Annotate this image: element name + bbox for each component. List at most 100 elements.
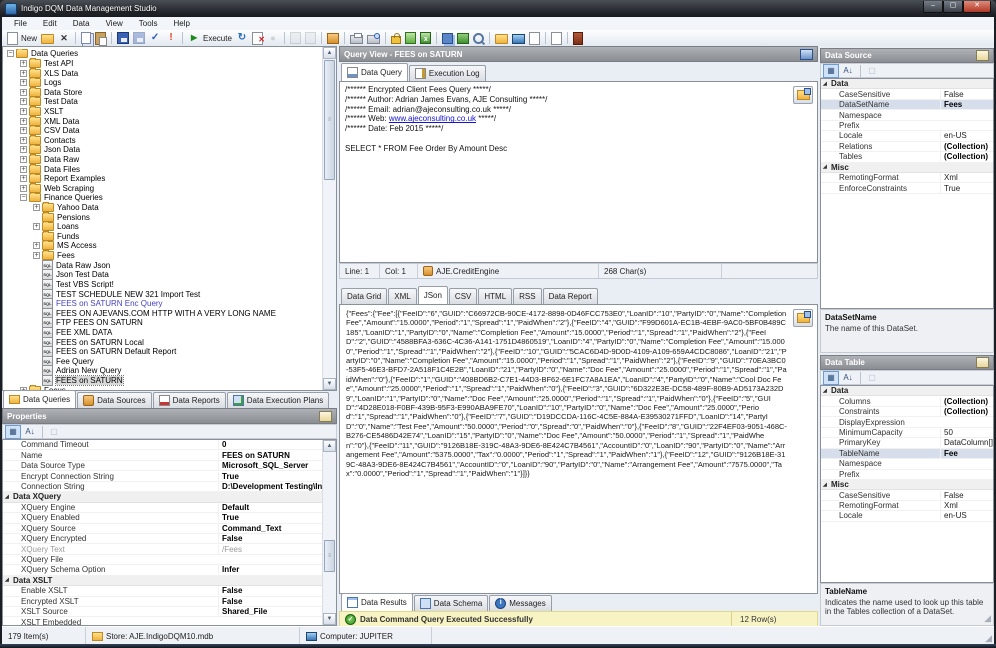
report-button[interactable] (549, 31, 564, 45)
json-results-view[interactable]: {"Fees":{"Fee":[{"FeeID":"6","GUID":"C66… (339, 304, 818, 594)
scroll-down-arrow[interactable]: ▼ (323, 378, 336, 390)
tree-item-funds[interactable]: Funds (3, 232, 322, 242)
ds-sort-icon[interactable]: A↓ (840, 64, 856, 78)
property-row-datasetname[interactable]: DataSetNameFees (821, 100, 993, 110)
tree-item-json-data[interactable]: +Json Data (3, 145, 322, 155)
refresh-button[interactable]: ↻ (234, 31, 250, 45)
dt-sort-icon[interactable]: A↓ (840, 371, 856, 385)
minimize-button[interactable]: – (923, 1, 943, 13)
property-category-data-xquery[interactable]: ◢Data XQuery (3, 492, 336, 502)
web-link[interactable]: www.ajeconsulting.co.uk (389, 114, 476, 123)
export-folder-button[interactable] (493, 31, 510, 45)
tab-csv[interactable]: CSV (449, 288, 477, 304)
menu-edit[interactable]: Edit (35, 17, 65, 30)
tab-data-results[interactable]: Data Results (341, 593, 413, 611)
scroll-up-arrow[interactable]: ▲ (323, 440, 336, 452)
property-category-data[interactable]: ◢Data (821, 79, 993, 89)
lock-button[interactable] (389, 31, 403, 45)
search-button[interactable] (471, 31, 486, 45)
export-html-button[interactable] (403, 31, 418, 45)
property-row-data-source-type[interactable]: Data Source TypeMicrosoft_SQL_Server (3, 461, 336, 471)
tree-item-yahoo-data[interactable]: +Yahoo Data (3, 203, 322, 213)
scroll-thumb[interactable]: ≡ (324, 60, 335, 180)
property-row-xslt-embedded[interactable]: XSLT Embedded (3, 617, 336, 626)
expand-icon[interactable]: + (20, 137, 27, 144)
property-row-namespace[interactable]: Namespace (821, 110, 993, 120)
tree-item-data-store[interactable]: +Data Store (3, 87, 322, 97)
sort-alphabetical-icon[interactable]: A↓ (22, 425, 38, 439)
tree-item-data-queries[interactable]: −Data Queries (3, 49, 322, 59)
expand-icon[interactable]: + (20, 127, 27, 134)
scroll-up-arrow[interactable]: ▲ (323, 47, 336, 59)
property-row-primarykey[interactable]: PrimaryKeyDataColumn[] (821, 438, 993, 448)
expand-icon[interactable]: + (33, 242, 40, 249)
open-button[interactable] (39, 31, 56, 45)
tab-messages[interactable]: Messages (489, 595, 551, 611)
tree-item-xslt[interactable]: +XSLT (3, 107, 322, 117)
tab-data-grid[interactable]: Data Grid (341, 288, 387, 304)
properties-scrollbar[interactable]: ▲≡▼ (322, 440, 336, 625)
menu-help[interactable]: Help (165, 17, 197, 30)
property-row-xquery-engine[interactable]: XQuery EngineDefault (3, 503, 336, 513)
cut-button[interactable] (288, 31, 303, 45)
property-row-remotingformat[interactable]: RemotingFormatXml (821, 501, 993, 511)
tree-scrollbar[interactable]: ▲ ≡ ▼ (322, 47, 336, 390)
tree-item-test-data[interactable]: +Test Data (3, 97, 322, 107)
property-row-enforceconstraints[interactable]: EnforceConstraintsTrue (821, 183, 993, 193)
tab-json[interactable]: JSon (418, 286, 448, 304)
property-row-connection-string[interactable]: Connection StringD:\Development Testing\… (3, 482, 336, 492)
copy-button[interactable] (79, 31, 93, 45)
dt-property-pages-icon[interactable]: ▢ (864, 371, 880, 385)
tree-item-web-scraping[interactable]: +Web Scraping (3, 184, 322, 194)
tab-data-queries[interactable]: Data Queries (3, 390, 76, 408)
property-row-xquery-encrypted[interactable]: XQuery EncryptedFalse (3, 534, 336, 544)
property-row-encrypted-xslt[interactable]: Encrypted XSLTFalse (3, 597, 336, 607)
property-row-tables[interactable]: Tables(Collection) (821, 152, 993, 162)
property-row-encrypt-connection-string[interactable]: Encrypt Connection StringTrue (3, 471, 336, 481)
collapse-icon[interactable]: − (7, 50, 14, 57)
menu-data[interactable]: Data (65, 17, 98, 30)
property-row-minimumcapacity[interactable]: MinimumCapacity50 (821, 428, 993, 438)
menu-tools[interactable]: Tools (131, 17, 166, 30)
tab-data-reports[interactable]: Data Reports (153, 392, 226, 408)
panel-options-icon[interactable] (319, 411, 332, 422)
tree-item-data-raw[interactable]: +Data Raw (3, 155, 322, 165)
tab-data-report[interactable]: Data Report (543, 288, 598, 304)
tree-item-ms-access[interactable]: +MS Access (3, 241, 322, 251)
data-source-options-icon[interactable] (976, 50, 989, 61)
property-row-columns[interactable]: Columns(Collection) (821, 396, 993, 406)
expand-icon[interactable]: + (20, 89, 27, 96)
property-row-remotingformat[interactable]: RemotingFormatXml (821, 173, 993, 183)
resize-grip[interactable]: ◢ (984, 613, 991, 624)
expand-icon[interactable]: + (20, 60, 27, 67)
save-all-button[interactable] (131, 31, 147, 45)
expand-icon[interactable]: + (33, 204, 40, 211)
property-pages-icon[interactable]: ▢ (46, 425, 62, 439)
tab-execution-log[interactable]: Execution Log (409, 65, 486, 81)
settings-button[interactable] (325, 31, 341, 45)
copy-data-button[interactable] (440, 31, 455, 45)
data-view-button[interactable] (455, 31, 471, 45)
tab-rss[interactable]: RSS (513, 288, 541, 304)
open-query-file-button[interactable] (793, 86, 813, 104)
export-results-button[interactable] (793, 309, 813, 327)
tree-item-logs[interactable]: +Logs (3, 78, 322, 88)
print-button[interactable] (348, 31, 365, 45)
property-row-locale[interactable]: Localeen-US (821, 131, 993, 141)
new-document-button[interactable]: New (5, 31, 39, 45)
validate-button[interactable]: ✓ (147, 31, 163, 45)
expand-icon[interactable]: + (20, 156, 27, 163)
expand-icon[interactable]: + (20, 146, 27, 153)
tab-data-query[interactable]: Data Query (341, 63, 408, 81)
tree-item-test-api[interactable]: +Test API (3, 59, 322, 69)
property-row-casesensitive[interactable]: CaseSensitiveFalse (821, 490, 993, 500)
property-row-xquery-enabled[interactable]: XQuery EnabledTrue (3, 513, 336, 523)
menu-view[interactable]: View (98, 17, 131, 30)
property-row-locale[interactable]: Localeen-US (821, 511, 993, 521)
close-button[interactable]: ✕ (963, 1, 991, 13)
stop-button[interactable]: ● (265, 31, 281, 45)
expand-icon[interactable]: + (20, 79, 27, 86)
export-excel-button[interactable] (418, 31, 433, 45)
computer-button[interactable] (510, 31, 527, 45)
tab-data-schema[interactable]: Data Schema (414, 595, 488, 611)
